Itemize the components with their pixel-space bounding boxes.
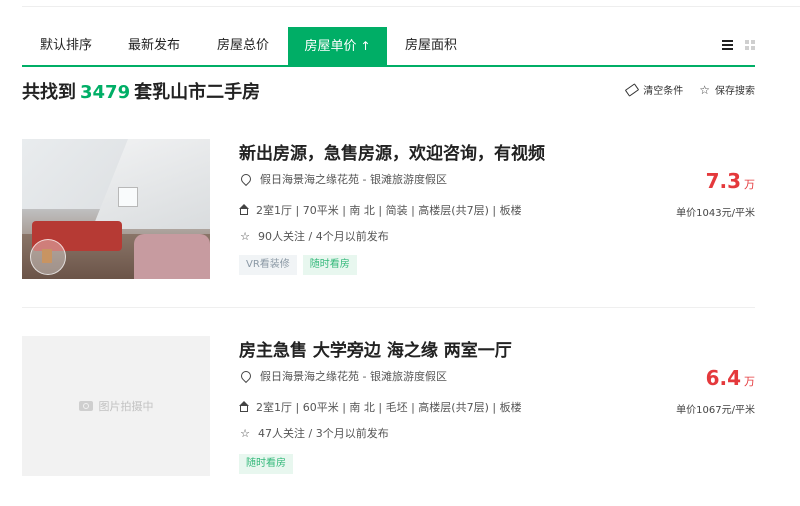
- tab-area[interactable]: 房屋面积: [387, 27, 475, 65]
- save-search-button[interactable]: ☆ 保存搜索: [699, 82, 755, 98]
- listing-tags: VR看装修 随时看房: [239, 255, 357, 275]
- listing-location: 假日海景海之缘花苑 - 银滩旅游度假区: [238, 171, 447, 187]
- tab-newest[interactable]: 最新发布: [110, 27, 198, 65]
- sort-arrow-icon: ↑: [360, 39, 371, 53]
- listing-item: 新出房源，急售房源，欢迎咨询，有视频 假日海景海之缘花苑 - 银滩旅游度假区 2…: [22, 139, 755, 309]
- total-price: 7.3 万: [705, 169, 755, 193]
- vr-icon[interactable]: [30, 239, 66, 275]
- result-number: 3479: [80, 82, 131, 103]
- tag-visit: 随时看房: [302, 255, 357, 275]
- listing-follow: ☆ 90人关注 / 4个月以前发布: [240, 229, 389, 244]
- window-decor: [118, 187, 138, 207]
- view-toggle: [722, 40, 755, 50]
- unit-price: 单价1043元/平米: [676, 208, 755, 219]
- search-actions: 清空条件 ☆ 保存搜索: [625, 82, 755, 98]
- listing-details: 2室1厅 | 60平米 | 南 北 | 毛坯 | 高楼层(共7层) | 板楼: [239, 401, 522, 414]
- result-count: 共找到 3479 套乳山市二手房: [22, 82, 261, 103]
- unit-price: 单价1067元/平米: [676, 405, 755, 416]
- tag-visit: 随时看房: [239, 454, 293, 474]
- listing-title[interactable]: 房主急售 大学旁边 海之缘 两室一厅: [239, 336, 512, 361]
- list-view-icon[interactable]: [722, 40, 733, 50]
- map-pin-icon: [238, 171, 254, 187]
- location-link[interactable]: 假日海景海之缘花苑 - 银滩旅游度假区: [260, 368, 447, 384]
- eraser-icon: [625, 82, 640, 97]
- tag-vr: VR看装修: [239, 255, 297, 275]
- listing-location: 假日海景海之缘花苑 - 银滩旅游度假区: [238, 368, 447, 384]
- star-icon: ☆: [240, 426, 250, 440]
- location-link[interactable]: 假日海景海之缘花苑 - 银滩旅游度假区: [260, 171, 447, 187]
- listing-photo[interactable]: [22, 139, 210, 279]
- clear-filters-button[interactable]: 清空条件: [625, 82, 683, 97]
- listing-photo-placeholder[interactable]: 图片拍摄中: [22, 336, 210, 476]
- listing-title[interactable]: 新出房源，急售房源，欢迎咨询，有视频: [239, 139, 545, 164]
- sort-tabs: 默认排序 最新发布 房屋总价 房屋单价 ↑ 房屋面积: [22, 27, 755, 67]
- star-outline-icon: ☆: [699, 82, 710, 97]
- camera-icon: [78, 401, 93, 411]
- listing-follow: ☆ 47人关注 / 3个月以前发布: [240, 426, 389, 441]
- tab-total-price[interactable]: 房屋总价: [198, 27, 288, 65]
- tab-unit-price[interactable]: 房屋单价 ↑: [288, 27, 387, 65]
- grid-view-icon[interactable]: [745, 40, 755, 50]
- listing-tags: 随时看房: [239, 454, 293, 474]
- listing-details: 2室1厅 | 70平米 | 南 北 | 简装 | 高楼层(共7层) | 板楼: [239, 204, 522, 217]
- star-icon: ☆: [240, 229, 250, 243]
- listing-divider: [22, 307, 755, 308]
- top-divider: [22, 0, 800, 7]
- map-pin-icon: [238, 368, 254, 384]
- total-price: 6.4 万: [705, 366, 755, 390]
- tab-default-sort[interactable]: 默认排序: [22, 27, 110, 65]
- listing-item: 图片拍摄中 房主急售 大学旁边 海之缘 两室一厅 假日海景海之缘花苑 - 银滩旅…: [22, 336, 755, 506]
